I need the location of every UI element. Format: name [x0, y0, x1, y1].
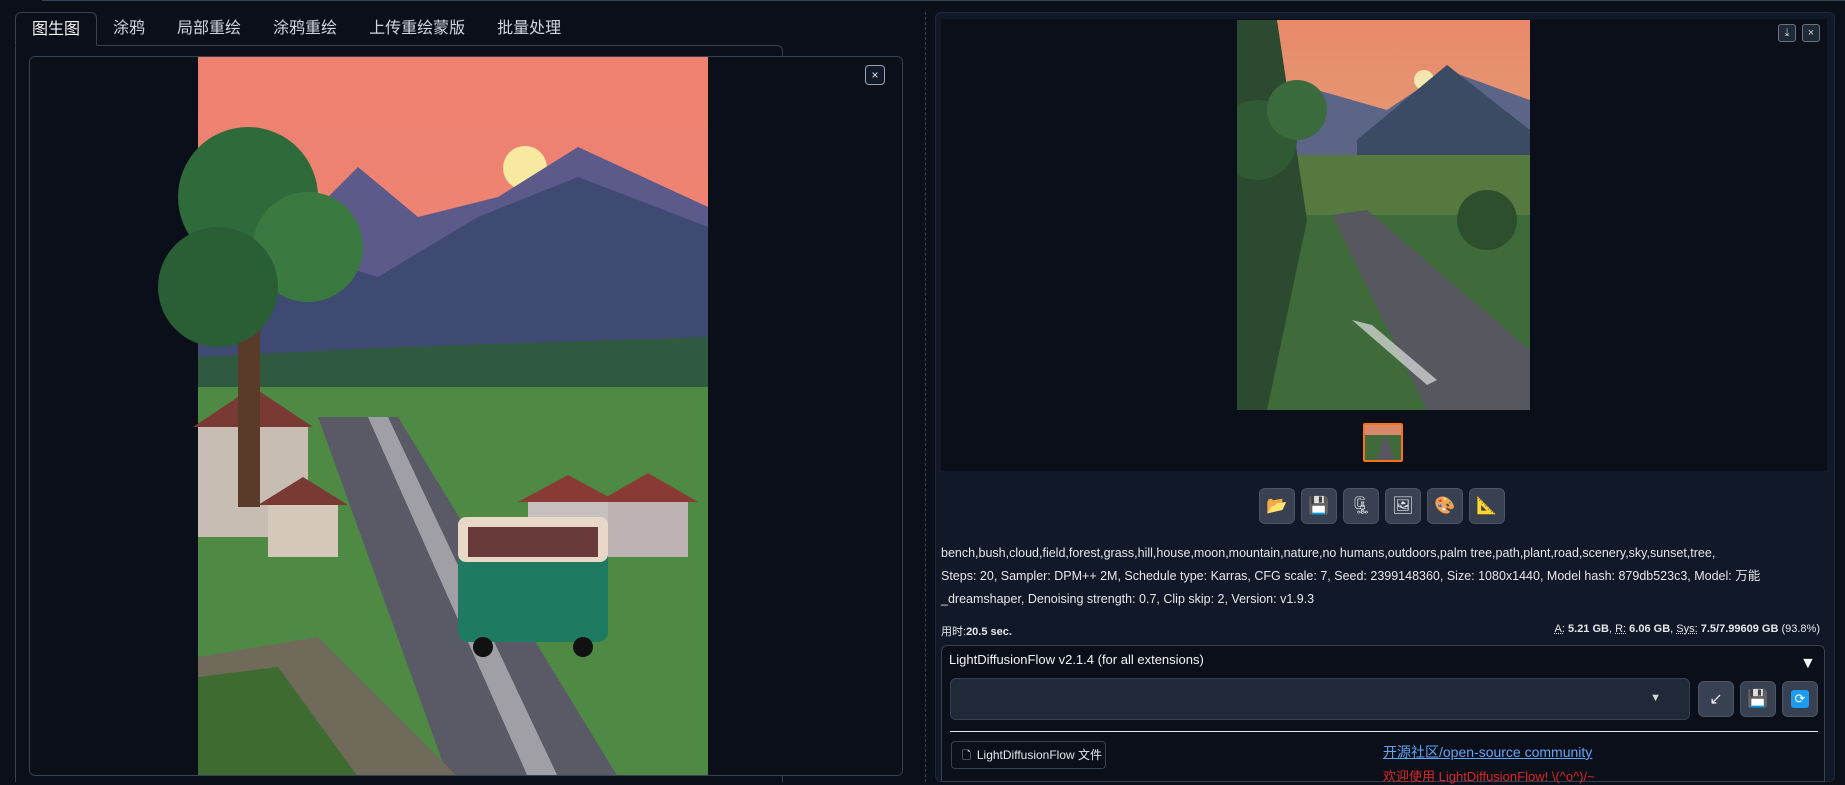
mem-sys-pct: (93.8%) — [1781, 623, 1820, 635]
tab-batch[interactable]: 批量处理 — [481, 12, 577, 46]
info-line-params-cont: _dreamshaper, Denoising strength: 0.7, C… — [941, 588, 1821, 611]
save-flow-button[interactable]: 💾 — [1740, 681, 1776, 717]
apply-flow-button[interactable]: ↙ — [1698, 681, 1734, 717]
top-divider — [42, 0, 1845, 1]
collapse-arrow-icon[interactable]: ▼ — [1800, 655, 1816, 673]
gallery-thumbnail[interactable] — [1363, 423, 1403, 462]
folder-icon: 📂 — [1266, 496, 1287, 516]
zip-icon: 🗜 — [1350, 496, 1372, 516]
input-image — [30, 57, 903, 776]
ruler-icon: 📐 — [1476, 496, 1497, 516]
ldf-divider — [950, 731, 1818, 732]
welcome-text: 欢迎使用 LightDiffusionFlow! \(^o^)/~ — [1383, 766, 1595, 785]
open-folder-button[interactable]: 📂 — [1259, 488, 1295, 524]
tab-inpaint[interactable]: 局部重绘 — [161, 12, 257, 46]
flow-select-dropdown[interactable]: ▼ — [950, 678, 1690, 720]
mem-r-label: R: — [1615, 623, 1626, 635]
memory-info: A: 5.21 GB, R: 6.06 GB, Sys: 7.5/7.99609… — [1555, 623, 1820, 635]
timing-info: 用时:20.5 sec. — [941, 623, 1012, 639]
timing-label: 用时: — [941, 626, 966, 638]
tab-img2img[interactable]: 图生图 — [15, 12, 97, 46]
refresh-flow-button[interactable]: ⟳ — [1782, 681, 1818, 717]
save-button[interactable]: 💾 — [1301, 488, 1337, 524]
send-to-extras-button[interactable]: 📐 — [1469, 488, 1505, 524]
download-icon[interactable]: ⤓ — [1778, 24, 1796, 42]
output-image[interactable] — [1237, 20, 1530, 410]
arrow-diagonal-icon: ↙ — [1709, 689, 1722, 709]
close-icon[interactable]: × — [1802, 24, 1820, 42]
send-to-img2img-button[interactable]: 🖼 — [1385, 488, 1421, 524]
tab-inpaint-sketch[interactable]: 涂鸦重绘 — [257, 12, 353, 46]
file-icon: 🗋 — [962, 750, 971, 762]
ldf-file-button[interactable]: 🗋 LightDiffusionFlow 文件 — [951, 741, 1106, 769]
mem-a-value: 5.21 GB — [1568, 623, 1609, 635]
timing-value: 20.5 sec. — [966, 626, 1012, 638]
generation-info: bench,bush,cloud,field,forest,grass,hill… — [941, 542, 1821, 611]
mem-r-value: 6.06 GB — [1629, 623, 1670, 635]
tab-inpaint-upload[interactable]: 上传重绘蒙版 — [353, 12, 481, 46]
ldf-title[interactable]: LightDiffusionFlow v2.1.4 (for all exten… — [949, 652, 1204, 667]
palette-icon: 🎨 — [1434, 496, 1455, 516]
mem-sys-value: 7.5/7.99609 GB — [1701, 623, 1779, 635]
floppy-icon: 💾 — [1747, 689, 1768, 709]
ldf-file-label: LightDiffusionFlow 文件 — [977, 748, 1102, 762]
close-icon[interactable]: × — [865, 65, 885, 85]
picture-icon: 🖼 — [1392, 496, 1414, 516]
floppy-icon: 💾 — [1308, 496, 1329, 516]
info-line-params: Steps: 20, Sampler: DPM++ 2M, Schedule t… — [941, 565, 1821, 588]
input-image-box[interactable]: × — [29, 56, 903, 776]
chevron-down-icon: ▼ — [1650, 692, 1661, 704]
tab-bar: 图生图 涂鸦 局部重绘 涂鸦重绘 上传重绘蒙版 批量处理 — [15, 12, 577, 46]
mem-a-label: A: — [1555, 623, 1565, 635]
zip-button[interactable]: 🗜 — [1343, 488, 1379, 524]
info-line-tags: bench,bush,cloud,field,forest,grass,hill… — [941, 542, 1821, 565]
tab-sketch[interactable]: 涂鸦 — [97, 12, 161, 46]
refresh-icon: ⟳ — [1791, 690, 1809, 708]
mem-sys-label: Sys: — [1676, 623, 1697, 635]
send-to-inpaint-button[interactable]: 🎨 — [1427, 488, 1463, 524]
panel-divider — [925, 12, 926, 782]
output-gallery — [941, 19, 1827, 471]
community-link[interactable]: 开源社区/open-source community — [1383, 742, 1592, 762]
